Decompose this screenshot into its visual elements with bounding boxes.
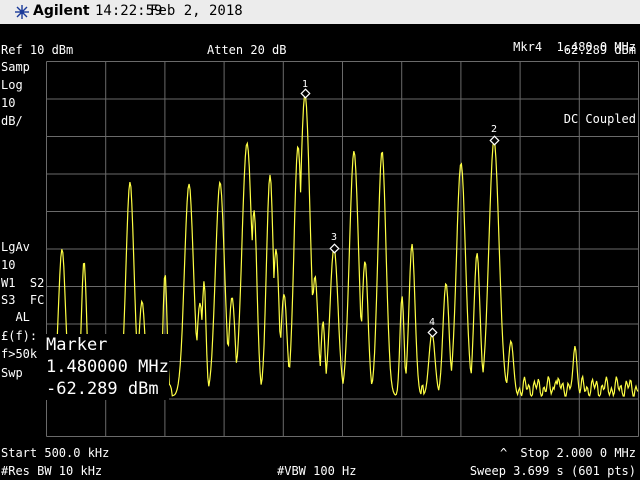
agilent-spark-icon bbox=[15, 5, 29, 19]
active-marker-panel: Marker 1.480000 MHz -62.289 dBm bbox=[46, 334, 169, 400]
attenuation: Atten 20 dB bbox=[207, 43, 287, 57]
scale-type: Log bbox=[1, 78, 23, 92]
trace-status-2: S3 FC bbox=[1, 293, 45, 307]
stop-frequency: Stop 2.000 0 MHz bbox=[520, 446, 636, 460]
resolution-bandwidth: #Res BW 10 kHz bbox=[1, 464, 103, 478]
sweep-time: Sweep 3.699 s (601 pts) bbox=[469, 464, 636, 478]
video-bandwidth: #VBW 100 Hz bbox=[277, 464, 357, 478]
marker-panel-frequency: 1.480000 MHz bbox=[46, 357, 169, 377]
trace-status-1: W1 S2 bbox=[1, 276, 45, 290]
scale-unit: dB/ bbox=[1, 114, 23, 128]
average-type: LgAv bbox=[1, 240, 30, 254]
scale-value: 10 bbox=[1, 96, 16, 110]
marker-3-label: 3 bbox=[331, 232, 337, 243]
marker-readout-level: -62.289 dBm bbox=[556, 43, 636, 57]
marker-2[interactable]: 2 bbox=[489, 124, 500, 146]
sweep-label: Swp bbox=[1, 366, 23, 380]
clock-date: Feb 2, 2018 bbox=[150, 3, 243, 19]
ref-level: Ref 10 dBm bbox=[1, 43, 74, 57]
marker-1-label: 1 bbox=[302, 79, 308, 90]
marker-4[interactable]: 4 bbox=[427, 317, 438, 338]
correction-range: f>50k bbox=[1, 347, 38, 361]
marker-panel-level: -62.289 dBm bbox=[46, 379, 159, 399]
start-frequency: Start 500.0 kHz bbox=[1, 446, 110, 460]
marker-1[interactable]: 1 bbox=[300, 79, 311, 99]
title-bar: Agilent 14:22:59 Feb 2, 2018 bbox=[0, 0, 640, 24]
detector-mode: Samp bbox=[1, 60, 30, 74]
average-count: 10 bbox=[1, 258, 16, 272]
marker-4-label: 4 bbox=[429, 317, 435, 328]
trace-status-3: AL bbox=[1, 310, 30, 324]
brand-name: Agilent bbox=[33, 3, 90, 19]
coupling-status: DC Coupled bbox=[563, 112, 636, 126]
correction-label: £(f): bbox=[1, 329, 38, 343]
marker-3[interactable]: 3 bbox=[329, 232, 340, 254]
marker-panel-title: Marker bbox=[46, 335, 108, 355]
